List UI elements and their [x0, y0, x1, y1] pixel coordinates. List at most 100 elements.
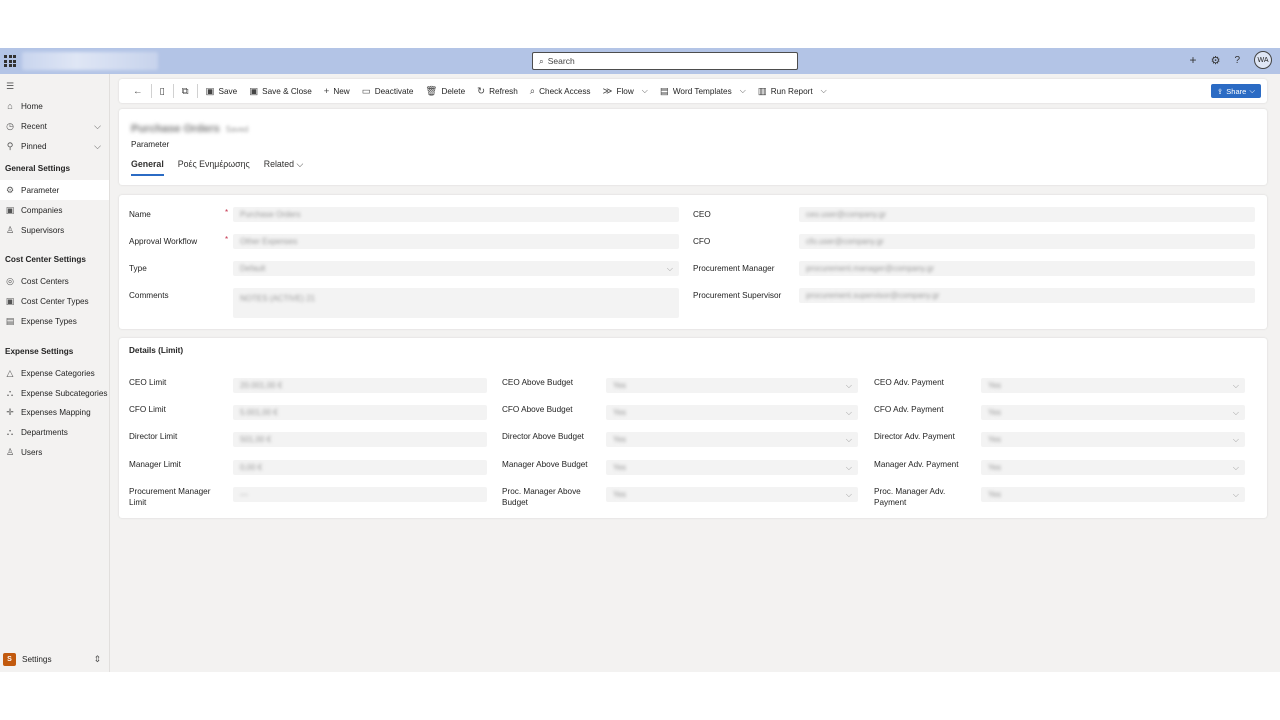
sidebar-item-cost-center-types[interactable]: ▣ Cost Center Types	[0, 291, 109, 311]
sidebar-item-expenses-mapping[interactable]: ✛ Expenses Mapping	[0, 402, 109, 422]
sidebar-item-expense-subcategories[interactable]: ⛬ Expense Subcategories	[0, 383, 109, 403]
procurement-manager-value: procurement.manager@company.gr	[806, 264, 935, 273]
group-expense-settings: Expense Settings	[5, 347, 74, 356]
procurement-supervisor-field[interactable]: procurement.supervisor@company.gr	[799, 288, 1255, 303]
check-access-label: Check Access	[539, 86, 591, 96]
chevron-down-icon: ⌵	[296, 159, 304, 169]
detail-field[interactable]: 501,00 €	[233, 432, 487, 447]
top-bar-actions: + ⚙ ? WA	[1190, 51, 1272, 69]
delete-button[interactable]: 🗑 Delete	[419, 79, 471, 103]
detail-field[interactable]: 20.001,00 €	[233, 378, 487, 393]
sidebar-item-companies[interactable]: ▣ Companies	[0, 200, 109, 220]
deactivate-button[interactable]: ▭ Deactivate	[356, 79, 420, 103]
save-button[interactable]: ▣ Save	[200, 79, 244, 103]
delete-label: Delete	[441, 86, 466, 96]
section-title: Details (Limit)	[129, 346, 184, 355]
open-new-window-button[interactable]: ⧉	[176, 79, 195, 103]
approval-workflow-value: Other Expenses	[240, 237, 298, 246]
sidebar-item-expense-types[interactable]: ▤ Expense Types	[0, 311, 109, 331]
categories-icon: ⛬	[6, 387, 14, 398]
sidebar-item-pinned[interactable]: ⚲ Pinned ⌵	[0, 136, 109, 156]
procurement-manager-field[interactable]: procurement.manager@company.gr	[799, 261, 1255, 276]
type-select[interactable]: Default ⌵	[233, 261, 679, 276]
app-name-redacted	[22, 52, 158, 70]
chevron-down-icon: ⌵	[641, 86, 648, 95]
record-set-button[interactable]: ▯	[154, 79, 171, 103]
share-button[interactable]: ⇪ Share ⌵	[1211, 84, 1261, 98]
record-status: Saved	[225, 125, 249, 134]
flow-button[interactable]: ≫ Flow ⌵	[597, 79, 654, 103]
name-field[interactable]: Purchase Orders	[233, 207, 679, 222]
sidebar: ☰ ⌂ Home ◷ Recent ⌵ ⚲ Pinned ⌵ General S…	[0, 74, 110, 672]
tab-related[interactable]: Related ⌵	[264, 159, 303, 176]
tab-general[interactable]: General	[131, 159, 164, 176]
sidebar-item-home[interactable]: ⌂ Home	[0, 96, 109, 116]
back-button[interactable]: ←	[127, 79, 149, 103]
sidebar-item-users[interactable]: ♙ Users	[0, 442, 109, 462]
check-access-button[interactable]: ⌕ Check Access	[524, 79, 597, 103]
sidebar-item-label: Departments	[21, 427, 68, 437]
detail-value: Yes	[613, 408, 627, 417]
name-value: Purchase Orders	[240, 210, 301, 219]
gear-icon[interactable]: ⚙	[1211, 54, 1221, 67]
sidebar-item-expense-categories[interactable]: △ Expense Categories	[0, 363, 109, 383]
sidebar-item-departments[interactable]: ⛬ Departments	[0, 422, 109, 442]
approval-workflow-field[interactable]: Other Expenses	[233, 234, 679, 249]
save-close-button[interactable]: ▣ Save & Close	[243, 79, 318, 103]
detail-select[interactable]: Yes ⌵	[606, 432, 858, 447]
detail-select[interactable]: Yes ⌵	[981, 487, 1245, 502]
comments-field[interactable]: NOTES (ACTIVE) 21	[233, 288, 679, 318]
tab-update-flows[interactable]: Ροές Ενημέρωσης	[178, 159, 250, 176]
chevron-down-icon: ⌵	[845, 489, 852, 499]
refresh-icon: ↻	[477, 85, 486, 97]
save-close-icon: ▣	[249, 85, 259, 97]
ceo-field[interactable]: ceo.user@company.gr	[799, 207, 1255, 222]
sidebar-item-parameter[interactable]: ⚙ Parameter	[0, 180, 109, 200]
avatar[interactable]: WA	[1254, 51, 1272, 69]
required-marker: *	[225, 235, 229, 244]
sidebar-item-recent[interactable]: ◷ Recent ⌵	[0, 116, 109, 136]
sidebar-item-label: Expenses Mapping	[21, 407, 91, 417]
detail-field[interactable]: 0,00 €	[233, 460, 487, 475]
hamburger-menu[interactable]: ☰	[0, 76, 109, 96]
plus-icon: +	[323, 85, 330, 97]
cfo-field[interactable]: cfo.user@company.gr	[799, 234, 1255, 249]
detail-select[interactable]: Yes ⌵	[981, 405, 1245, 420]
area-switcher[interactable]: S Settings ⇕	[0, 648, 109, 670]
detail-select[interactable]: Yes ⌵	[606, 487, 858, 502]
word-templates-button[interactable]: ▤ Word Templates ⌵	[654, 79, 752, 103]
chevron-down-icon: ⌵	[845, 407, 852, 417]
search-input[interactable]: ⌕ Search	[532, 52, 798, 70]
magnifier-icon: ⌕	[529, 85, 536, 97]
detail-select[interactable]: Yes ⌵	[606, 378, 858, 393]
deactivate-label: Deactivate	[374, 86, 414, 96]
procurement-manager-label: Procurement Manager	[693, 264, 775, 273]
run-report-button[interactable]: ▥ Run Report ⌵	[752, 79, 833, 103]
list-icon: ▤	[5, 315, 15, 326]
detail-select[interactable]: Yes ⌵	[981, 432, 1245, 447]
app-launcher-icon[interactable]	[4, 55, 16, 67]
detail-value: Yes	[988, 490, 1002, 499]
sidebar-item-supervisors[interactable]: ♙ Supervisors	[0, 220, 109, 240]
detail-select[interactable]: Yes ⌵	[606, 460, 858, 475]
divider	[172, 84, 174, 98]
area-badge: S	[3, 652, 16, 666]
sidebar-item-cost-centers[interactable]: ◎ Cost Centers	[0, 271, 109, 291]
detail-select[interactable]: Yes ⌵	[606, 405, 858, 420]
chevron-down-icon: ⌵	[739, 86, 746, 95]
detail-label: Manager Limit	[129, 460, 181, 469]
detail-field[interactable]: ---	[233, 487, 487, 502]
chevron-updown-icon: ⇕	[93, 653, 101, 664]
refresh-button[interactable]: ↻ Refresh	[471, 79, 524, 103]
new-button[interactable]: + New	[318, 79, 356, 103]
detail-select[interactable]: Yes ⌵	[981, 460, 1245, 475]
detail-label: CEO Limit	[129, 378, 167, 387]
ceo-label: CEO	[693, 210, 711, 219]
add-icon[interactable]: +	[1190, 53, 1197, 67]
help-icon[interactable]: ?	[1234, 55, 1240, 66]
detail-field[interactable]: 5.001,00 €	[233, 405, 487, 420]
detail-select[interactable]: Yes ⌵	[981, 378, 1245, 393]
sidebar-item-label: Pinned	[21, 141, 47, 151]
chevron-down-icon: ⌵	[845, 462, 852, 472]
save-label: Save	[218, 86, 238, 96]
